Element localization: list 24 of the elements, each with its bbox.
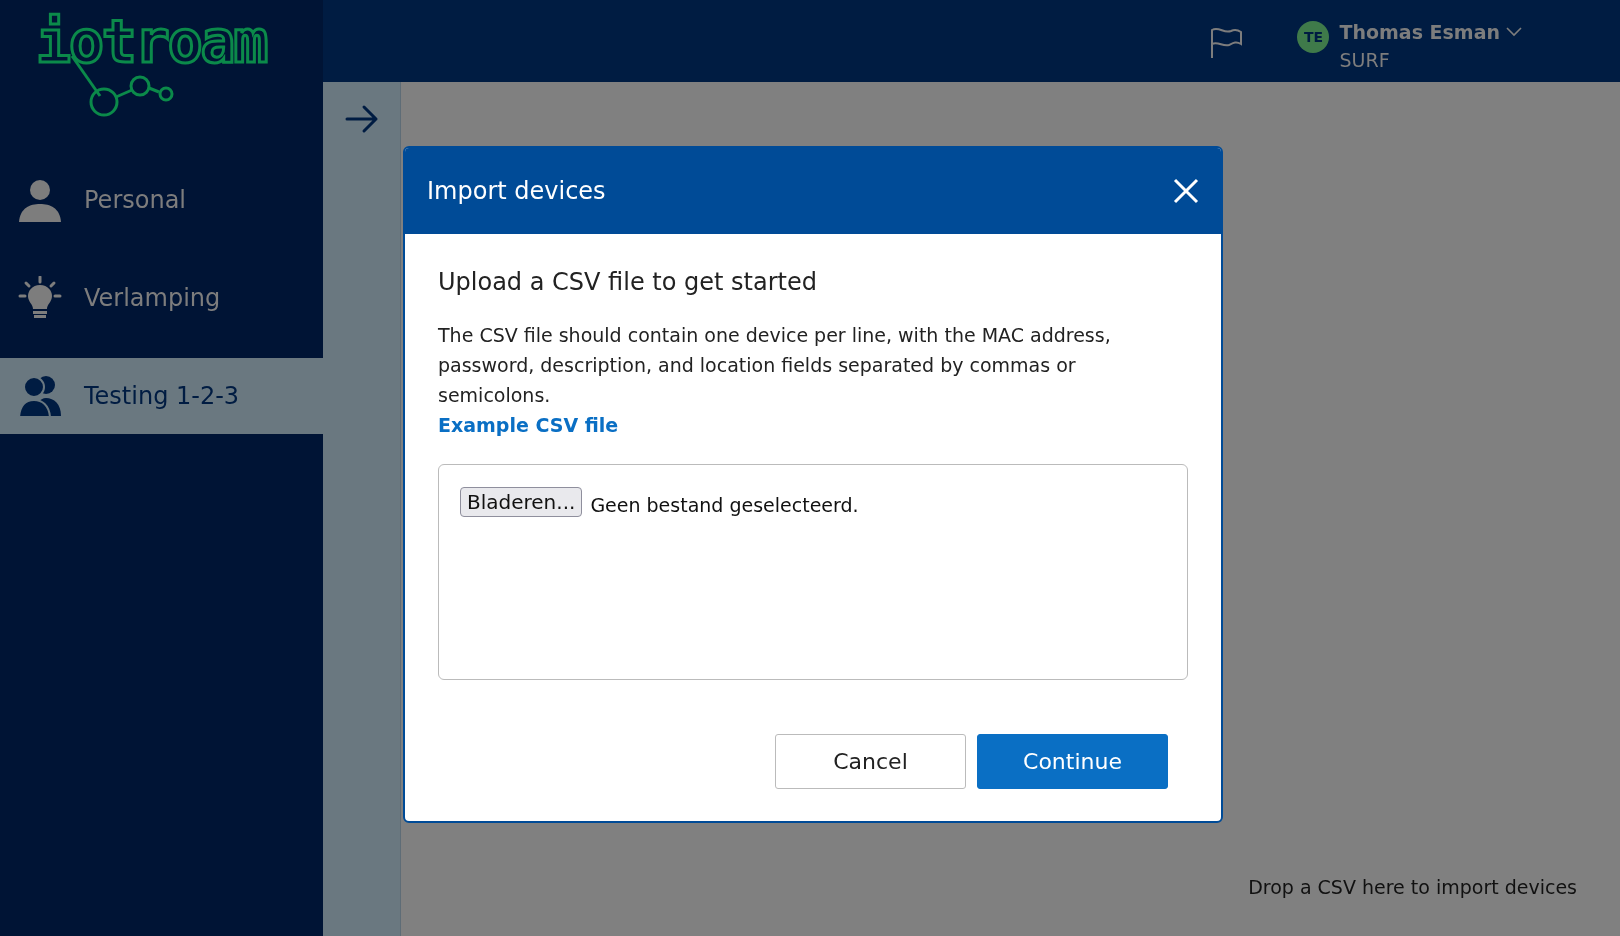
example-csv-link[interactable]: Example CSV file: [438, 410, 619, 440]
logo-text[interactable]: iotroam: [36, 8, 267, 76]
file-status: Geen bestand geselecteerd.: [590, 494, 859, 516]
organization-name: SURF: [1339, 49, 1391, 71]
description-text: The CSV file should contain one device per line, with the MAC address, password, description, and location fields separated by commas or semicolons.: [438, 323, 1112, 408]
sidebar-item[interactable]: Personal: [0, 162, 323, 238]
user-name[interactable]: Thomas Esman: [1339, 21, 1500, 43]
close-button[interactable]: [1173, 178, 1199, 204]
sidebar-item[interactable]: Verlamping: [0, 260, 323, 336]
arrow-right-icon[interactable]: [344, 104, 379, 134]
cancel-button[interactable]: Cancel: [775, 734, 966, 789]
person-icon: [18, 178, 62, 222]
browse-button[interactable]: Bladeren...: [460, 487, 583, 517]
file-drop-area[interactable]: Bladeren... Geen bestand geselecteerd.: [438, 464, 1188, 680]
people-icon: [18, 374, 62, 418]
lightbulb-icon: [18, 276, 62, 320]
dialog-heading: Upload a CSV file to get started: [438, 268, 818, 296]
flag-icon[interactable]: [1209, 27, 1244, 59]
avatar-initials[interactable]: TE: [1297, 21, 1330, 53]
sidebar-item[interactable]: Testing 1-2-3: [0, 358, 323, 434]
continue-button[interactable]: Continue: [977, 734, 1168, 789]
drop-hint: Drop a CSV here to import devices: [1248, 876, 1577, 898]
dialog-title: Import devices: [427, 177, 606, 205]
chevron-down-icon[interactable]: [1506, 27, 1522, 37]
